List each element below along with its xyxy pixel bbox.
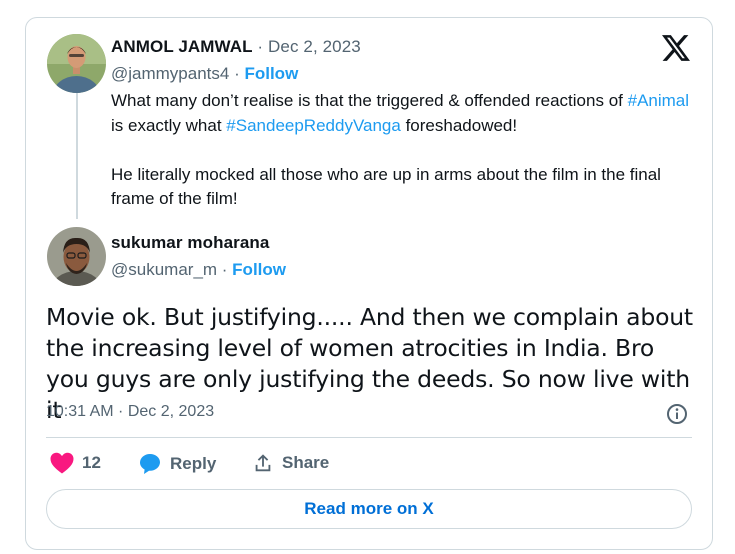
speech-bubble-icon — [140, 454, 160, 474]
like-button[interactable]: 12 — [50, 452, 101, 474]
reply-avatar[interactable] — [47, 227, 106, 286]
parent-tweet-text: What many don’t realise is that the trig… — [111, 89, 701, 212]
parent-handle-row: @jammypants4 · Follow — [111, 64, 299, 83]
x-logo-icon[interactable] — [662, 35, 690, 61]
parent-handle[interactable]: @jammypants4 — [111, 64, 229, 83]
like-count: 12 — [82, 453, 101, 472]
reply-follow-button[interactable]: Follow — [232, 260, 286, 279]
timestamp-row[interactable]: 10:31 AM · Dec 2, 2023 — [46, 403, 214, 421]
hashtag-sandeepreddyvanga-link[interactable]: #SandeepReddyVanga — [226, 116, 401, 135]
share-label: Share — [282, 453, 330, 472]
reply-time[interactable]: 10:31 AM — [46, 403, 114, 420]
parent-author-name[interactable]: ANMOL JAMWAL · Dec 2, 2023 — [111, 37, 361, 57]
read-more-button[interactable]: Read more on X — [46, 489, 692, 529]
parent-text-segment: What many don’t realise is that the trig… — [111, 91, 623, 110]
heart-icon — [50, 452, 74, 474]
info-icon[interactable] — [665, 402, 689, 426]
reply-handle[interactable]: @sukumar_m — [111, 260, 217, 279]
parent-paragraph-2: He literally mocked all those who are up… — [111, 164, 661, 209]
share-button[interactable]: Share — [252, 452, 329, 474]
actions-divider — [46, 437, 692, 438]
parent-paragraph-1: What many don’t realise is that the trig… — [111, 89, 701, 138]
parent-follow-button[interactable]: Follow — [244, 64, 298, 83]
thread-connector-line — [76, 93, 78, 219]
reply-author-name[interactable]: sukumar moharana — [111, 233, 269, 253]
reply-label: Reply — [170, 454, 217, 473]
parent-text-segment: foreshadowed! — [405, 115, 518, 135]
parent-text-segment: is exactly what — [111, 115, 222, 135]
reply-date[interactable]: Dec 2, 2023 — [128, 403, 214, 420]
parent-author-name-text[interactable]: ANMOL JAMWAL — [111, 37, 253, 56]
reply-handle-row: @sukumar_m · Follow — [111, 260, 286, 279]
parent-date[interactable]: Dec 2, 2023 — [268, 37, 361, 56]
reply-button[interactable]: Reply — [138, 452, 216, 476]
hashtag-animal-link[interactable]: #Animal — [628, 91, 689, 110]
share-arrow-icon — [255, 454, 271, 472]
parent-avatar[interactable] — [47, 34, 106, 93]
